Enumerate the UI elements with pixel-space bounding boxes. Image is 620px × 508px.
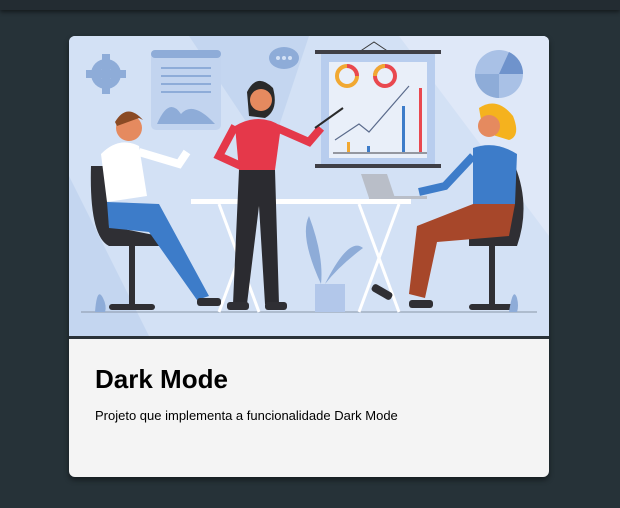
card-title: Dark Mode [95,364,228,394]
project-illustration [69,36,549,339]
top-bar [0,0,620,10]
gear-icon [86,54,126,94]
chat-bubble-icon [269,47,299,69]
presentation-board [315,41,441,168]
document-icon [151,50,221,130]
plant [305,216,363,312]
card-description: Projeto que implementa a funcionalidade … [95,408,398,423]
pie-chart-icon [475,50,524,98]
project-card[interactable]: Dark Mode Projeto que implementa a funci… [69,36,549,477]
